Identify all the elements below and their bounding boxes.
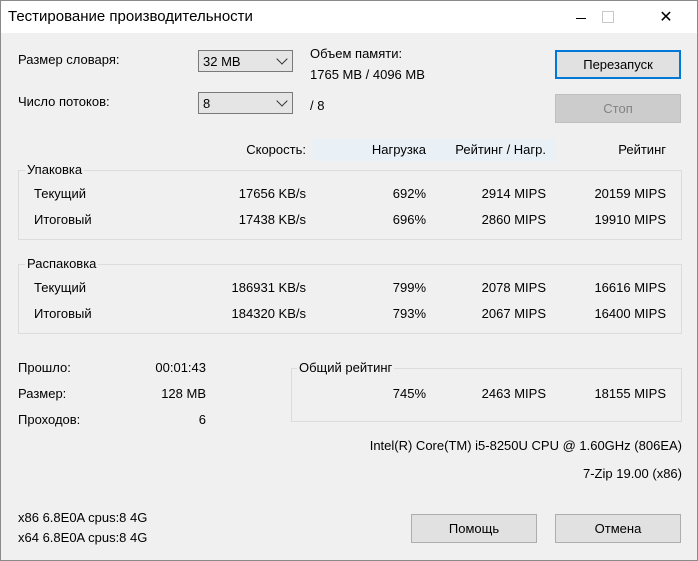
compression-group xyxy=(18,170,682,240)
row-label: Текущий xyxy=(34,280,86,295)
total-load-value: 745% xyxy=(392,386,426,401)
system-line-2: x64 6.8E0A cpus:8 4G xyxy=(18,530,148,545)
close-icon: ✕ xyxy=(659,9,673,26)
help-button[interactable]: Помощь xyxy=(411,514,537,543)
speed-value: 186931 KB/s xyxy=(231,280,306,295)
maximize-icon xyxy=(602,11,614,23)
rating-per-load-value: 2914 MIPS xyxy=(481,186,546,201)
passes-label: Проходов: xyxy=(18,412,81,427)
memory-value: 1765 MB / 4096 MB xyxy=(310,67,425,82)
cpu-info: Intel(R) Core(TM) i5-8250U CPU @ 1.60GHz… xyxy=(369,438,682,453)
maximize-button[interactable] xyxy=(585,1,631,33)
memory-label: Объем памяти: xyxy=(310,46,403,61)
rating-per-load-value: 2067 MIPS xyxy=(481,306,546,321)
row-label: Итоговый xyxy=(34,306,92,321)
restart-button[interactable]: Перезапуск xyxy=(555,50,681,79)
cancel-button[interactable]: Отмена xyxy=(555,514,681,543)
rating-value: 16616 MIPS xyxy=(594,280,666,295)
dict-size-select[interactable]: 32 MB xyxy=(198,50,293,72)
load-value: 799% xyxy=(392,280,426,295)
compression-title: Упаковка xyxy=(25,162,85,177)
benchmark-window: Тестирование производительности ✕ Размер… xyxy=(0,0,698,561)
window-title: Тестирование производительности xyxy=(8,8,253,25)
elapsed-value: 00:01:43 xyxy=(155,360,206,375)
col-speed-header: Скорость: xyxy=(246,142,306,157)
rating-value: 20159 MIPS xyxy=(594,186,666,201)
dict-size-label: Размер словаря: xyxy=(18,52,120,67)
load-value: 793% xyxy=(392,306,426,321)
size-value: 128 MB xyxy=(161,386,206,401)
version-info: 7-Zip 19.00 (x86) xyxy=(583,466,682,481)
rating-value: 16400 MIPS xyxy=(594,306,666,321)
restart-button-label: Перезапуск xyxy=(583,57,653,72)
col-rating-per-load-header: Рейтинг / Нагр. xyxy=(455,142,546,157)
threads-select[interactable]: 8 xyxy=(198,92,293,114)
col-rating-header: Рейтинг xyxy=(618,142,666,157)
row-label: Текущий xyxy=(34,186,86,201)
cancel-button-label: Отмена xyxy=(594,521,642,536)
total-rating-title: Общий рейтинг xyxy=(297,360,395,375)
decompression-group xyxy=(18,264,682,334)
speed-value: 184320 KB/s xyxy=(231,306,306,321)
load-value: 696% xyxy=(392,212,426,227)
stop-button[interactable]: Стоп xyxy=(555,94,681,123)
total-rating-value: 18155 MIPS xyxy=(594,386,666,401)
close-button[interactable]: ✕ xyxy=(643,1,689,33)
col-load-header: Нагрузка xyxy=(371,142,426,157)
speed-value: 17438 KB/s xyxy=(238,212,306,227)
threads-label: Число потоков: xyxy=(18,94,110,109)
passes-value: 6 xyxy=(198,412,206,427)
threads-value: 8 xyxy=(203,96,211,111)
decompression-title: Распаковка xyxy=(25,256,99,271)
row-label: Итоговый xyxy=(34,212,92,227)
size-label: Размер: xyxy=(18,386,67,401)
speed-value: 17656 KB/s xyxy=(238,186,306,201)
system-line-1: x86 6.8E0A cpus:8 4G xyxy=(18,510,148,525)
stop-button-label: Стоп xyxy=(603,101,633,116)
load-value: 692% xyxy=(392,186,426,201)
rating-value: 19910 MIPS xyxy=(594,212,666,227)
elapsed-label: Прошло: xyxy=(18,360,71,375)
total-rating-per-load-value: 2463 MIPS xyxy=(481,386,546,401)
rating-per-load-value: 2078 MIPS xyxy=(481,280,546,295)
threads-total: / 8 xyxy=(310,98,325,113)
chevron-down-icon xyxy=(276,53,288,65)
rating-per-load-value: 2860 MIPS xyxy=(481,212,546,227)
title-bar: Тестирование производительности ✕ xyxy=(1,1,697,33)
dict-size-value: 32 MB xyxy=(203,54,241,69)
help-button-label: Помощь xyxy=(448,521,500,536)
chevron-down-icon xyxy=(276,95,288,107)
